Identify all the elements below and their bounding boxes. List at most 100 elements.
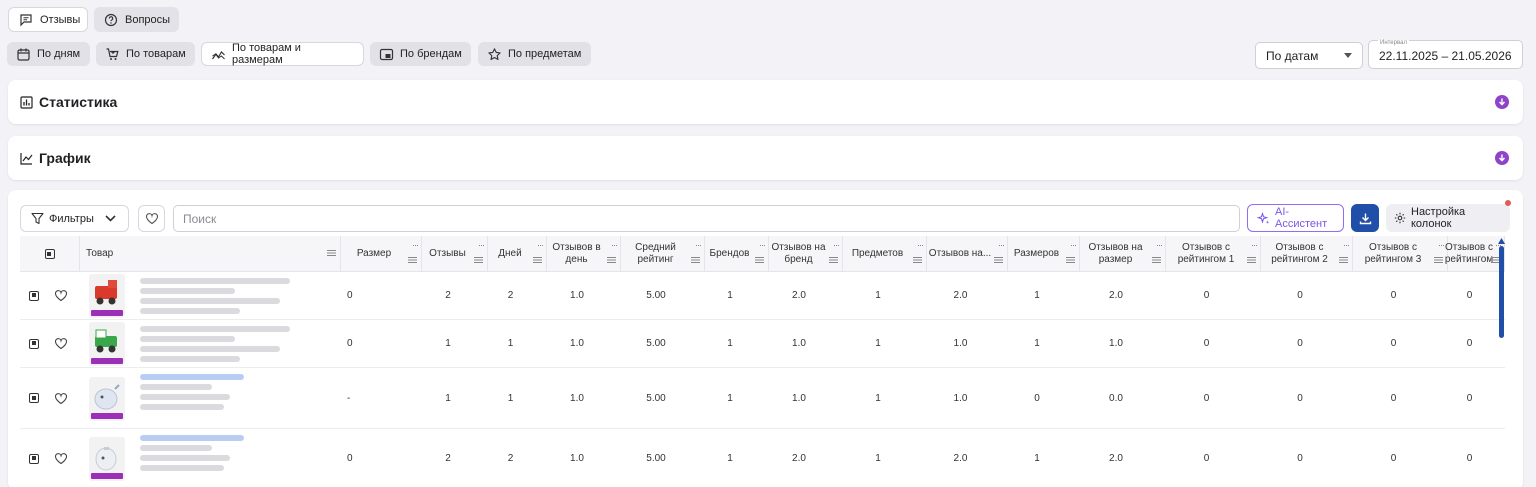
column-options-icon[interactable]: ··· [695, 239, 702, 251]
column-header-size[interactable]: Размер ··· [341, 236, 422, 272]
column-menu-icon[interactable] [755, 257, 764, 263]
column-menu-icon[interactable] [829, 257, 838, 263]
column-header-subjects[interactable]: Предметов ··· [843, 236, 927, 272]
column-options-icon[interactable]: ··· [1438, 239, 1445, 251]
column-options-icon[interactable]: ··· [611, 239, 618, 251]
column-options-icon[interactable]: ··· [1156, 239, 1163, 251]
cell-subjects: 1 [875, 392, 881, 404]
column-header-r1[interactable]: Отзывов с рейтингом 1 ··· [1166, 236, 1261, 272]
column-header-per_day[interactable]: Отзывов в день ··· [547, 236, 621, 272]
column-header-days[interactable]: Дней ··· [488, 236, 547, 272]
view-by-brands[interactable]: По брендам [370, 42, 471, 66]
view-by-subjects[interactable]: По предметам [478, 42, 591, 66]
product-image[interactable] [89, 274, 125, 318]
column-header-reviews[interactable]: Отзывы ··· [422, 236, 488, 272]
column-options-icon[interactable]: ··· [1251, 239, 1258, 251]
column-menu-icon[interactable] [1066, 257, 1075, 263]
search-input[interactable] [173, 205, 1240, 232]
heart-icon[interactable] [54, 392, 68, 405]
column-options-icon[interactable]: ··· [759, 239, 766, 251]
table-row[interactable]: - 1 1 1.0 5.00 1 1.0 1 1.0 0 0.0 0 0 0 0 [20, 368, 1505, 429]
column-header-r2[interactable]: Отзывов с рейтингом 2 ··· [1261, 236, 1353, 272]
column-options-icon[interactable]: ··· [412, 239, 419, 251]
column-options-icon[interactable]: ··· [1070, 239, 1077, 251]
row-checkbox[interactable] [29, 338, 39, 349]
table-row[interactable]: 0 2 2 1.0 5.00 1 2.0 1 2.0 1 2.0 0 0 0 0 [20, 429, 1505, 487]
select-all-header[interactable] [20, 236, 80, 272]
interval-value: 22.11.2025 – 21.05.2026 [1379, 49, 1512, 63]
column-settings-button[interactable]: Настройка колонок [1386, 204, 1510, 232]
favorites-filter-button[interactable] [138, 205, 165, 232]
column-menu-icon[interactable] [913, 257, 922, 263]
select-all-checkbox[interactable] [44, 249, 55, 259]
product-info-redacted [140, 404, 224, 410]
cell-per_day: 1.0 [570, 453, 584, 464]
column-menu-icon[interactable] [1339, 257, 1348, 263]
cell-size: 0 [347, 338, 353, 349]
tab-questions[interactable]: Вопросы [94, 7, 179, 32]
column-header-brands[interactable]: Брендов ··· [705, 236, 769, 272]
column-options-icon[interactable]: ··· [998, 239, 1005, 251]
tab-reviews[interactable]: Отзывы [8, 7, 88, 32]
column-header-sizes[interactable]: Размеров ··· [1008, 236, 1080, 272]
download-button[interactable] [1351, 204, 1379, 232]
heart-icon[interactable] [54, 337, 68, 350]
column-header-product[interactable]: Товар [80, 236, 341, 272]
expand-chart-icon[interactable] [1495, 151, 1509, 165]
cell-r3: 0 [1390, 453, 1397, 464]
interval-field[interactable]: Интервал 22.11.2025 – 21.05.2026 [1368, 40, 1523, 69]
view-by-products-and-sizes[interactable]: По товарам и размерам [201, 42, 364, 66]
column-menu-icon[interactable] [408, 257, 417, 263]
column-options-icon[interactable]: ··· [833, 239, 840, 251]
column-menu-icon[interactable] [994, 257, 1003, 263]
product-info-redacted[interactable] [140, 374, 244, 380]
expand-stats-icon[interactable] [1495, 95, 1509, 109]
table-row[interactable]: 0 2 2 1.0 5.00 1 2.0 1 2.0 1 2.0 0 0 0 0 [20, 272, 1505, 320]
column-options-icon[interactable]: ··· [917, 239, 924, 251]
view-by-days[interactable]: По дням [7, 42, 90, 66]
scroll-up-icon[interactable] [1498, 238, 1505, 244]
view-by-days-label: По дням [37, 48, 81, 60]
heart-icon[interactable] [54, 289, 68, 302]
cell-r1: 0 [1203, 290, 1210, 301]
cell-reviews: 2 [445, 453, 451, 464]
column-header-per_size[interactable]: Отзывов на размер ··· [1080, 236, 1166, 272]
ai-assistant-button[interactable]: AI-Ассистент [1247, 204, 1344, 232]
date-mode-select[interactable]: По датам [1255, 42, 1363, 69]
column-menu-icon[interactable] [1152, 257, 1161, 263]
column-header-per_subject[interactable]: Отзывов на... ··· [927, 236, 1008, 272]
product-image[interactable] [89, 377, 125, 421]
column-header-r4[interactable]: Отзывов с рейтингом ··· [1445, 236, 1505, 272]
column-menu-icon[interactable] [1247, 257, 1256, 263]
column-menu-icon[interactable] [327, 250, 336, 256]
view-by-products[interactable]: По товарам [96, 42, 195, 66]
column-header-r3[interactable]: Отзывов с рейтингом 3 ··· [1353, 236, 1448, 272]
heart-icon[interactable] [54, 452, 68, 465]
filters-button[interactable]: Фильтры [20, 205, 129, 232]
product-image[interactable] [89, 437, 125, 481]
column-menu-icon[interactable] [691, 257, 700, 263]
column-header-avg_rating[interactable]: Средний рейтинг ··· [621, 236, 705, 272]
stats-panel[interactable]: Статистика [8, 80, 1523, 124]
column-menu-icon[interactable] [474, 257, 483, 263]
column-menu-icon[interactable] [1434, 257, 1443, 263]
column-menu-icon[interactable] [533, 257, 542, 263]
table-row[interactable]: 0 1 1 1.0 5.00 1 1.0 1 1.0 1 1.0 0 0 0 0 [20, 320, 1505, 368]
chart-panel[interactable]: График [8, 136, 1523, 180]
column-options-icon[interactable]: ··· [1343, 239, 1350, 251]
view-by-brands-label: По брендам [400, 48, 462, 60]
product-badge [91, 473, 123, 479]
column-options-icon[interactable]: ··· [537, 239, 544, 251]
product-info-redacted[interactable] [140, 435, 244, 441]
row-checkbox[interactable] [29, 290, 39, 301]
view-by-products-label: По товарам [126, 48, 186, 60]
row-checkbox[interactable] [29, 453, 39, 464]
row-checkbox[interactable] [29, 393, 39, 403]
column-header-per_brand[interactable]: Отзывов на бренд ··· [769, 236, 843, 272]
cell-brands: 1 [727, 453, 733, 464]
product-image[interactable] [89, 322, 125, 366]
vertical-scrollbar[interactable] [1499, 246, 1504, 338]
column-options-icon[interactable]: ··· [478, 239, 485, 251]
column-menu-icon[interactable] [607, 257, 616, 263]
cell-days: 1 [507, 392, 514, 404]
